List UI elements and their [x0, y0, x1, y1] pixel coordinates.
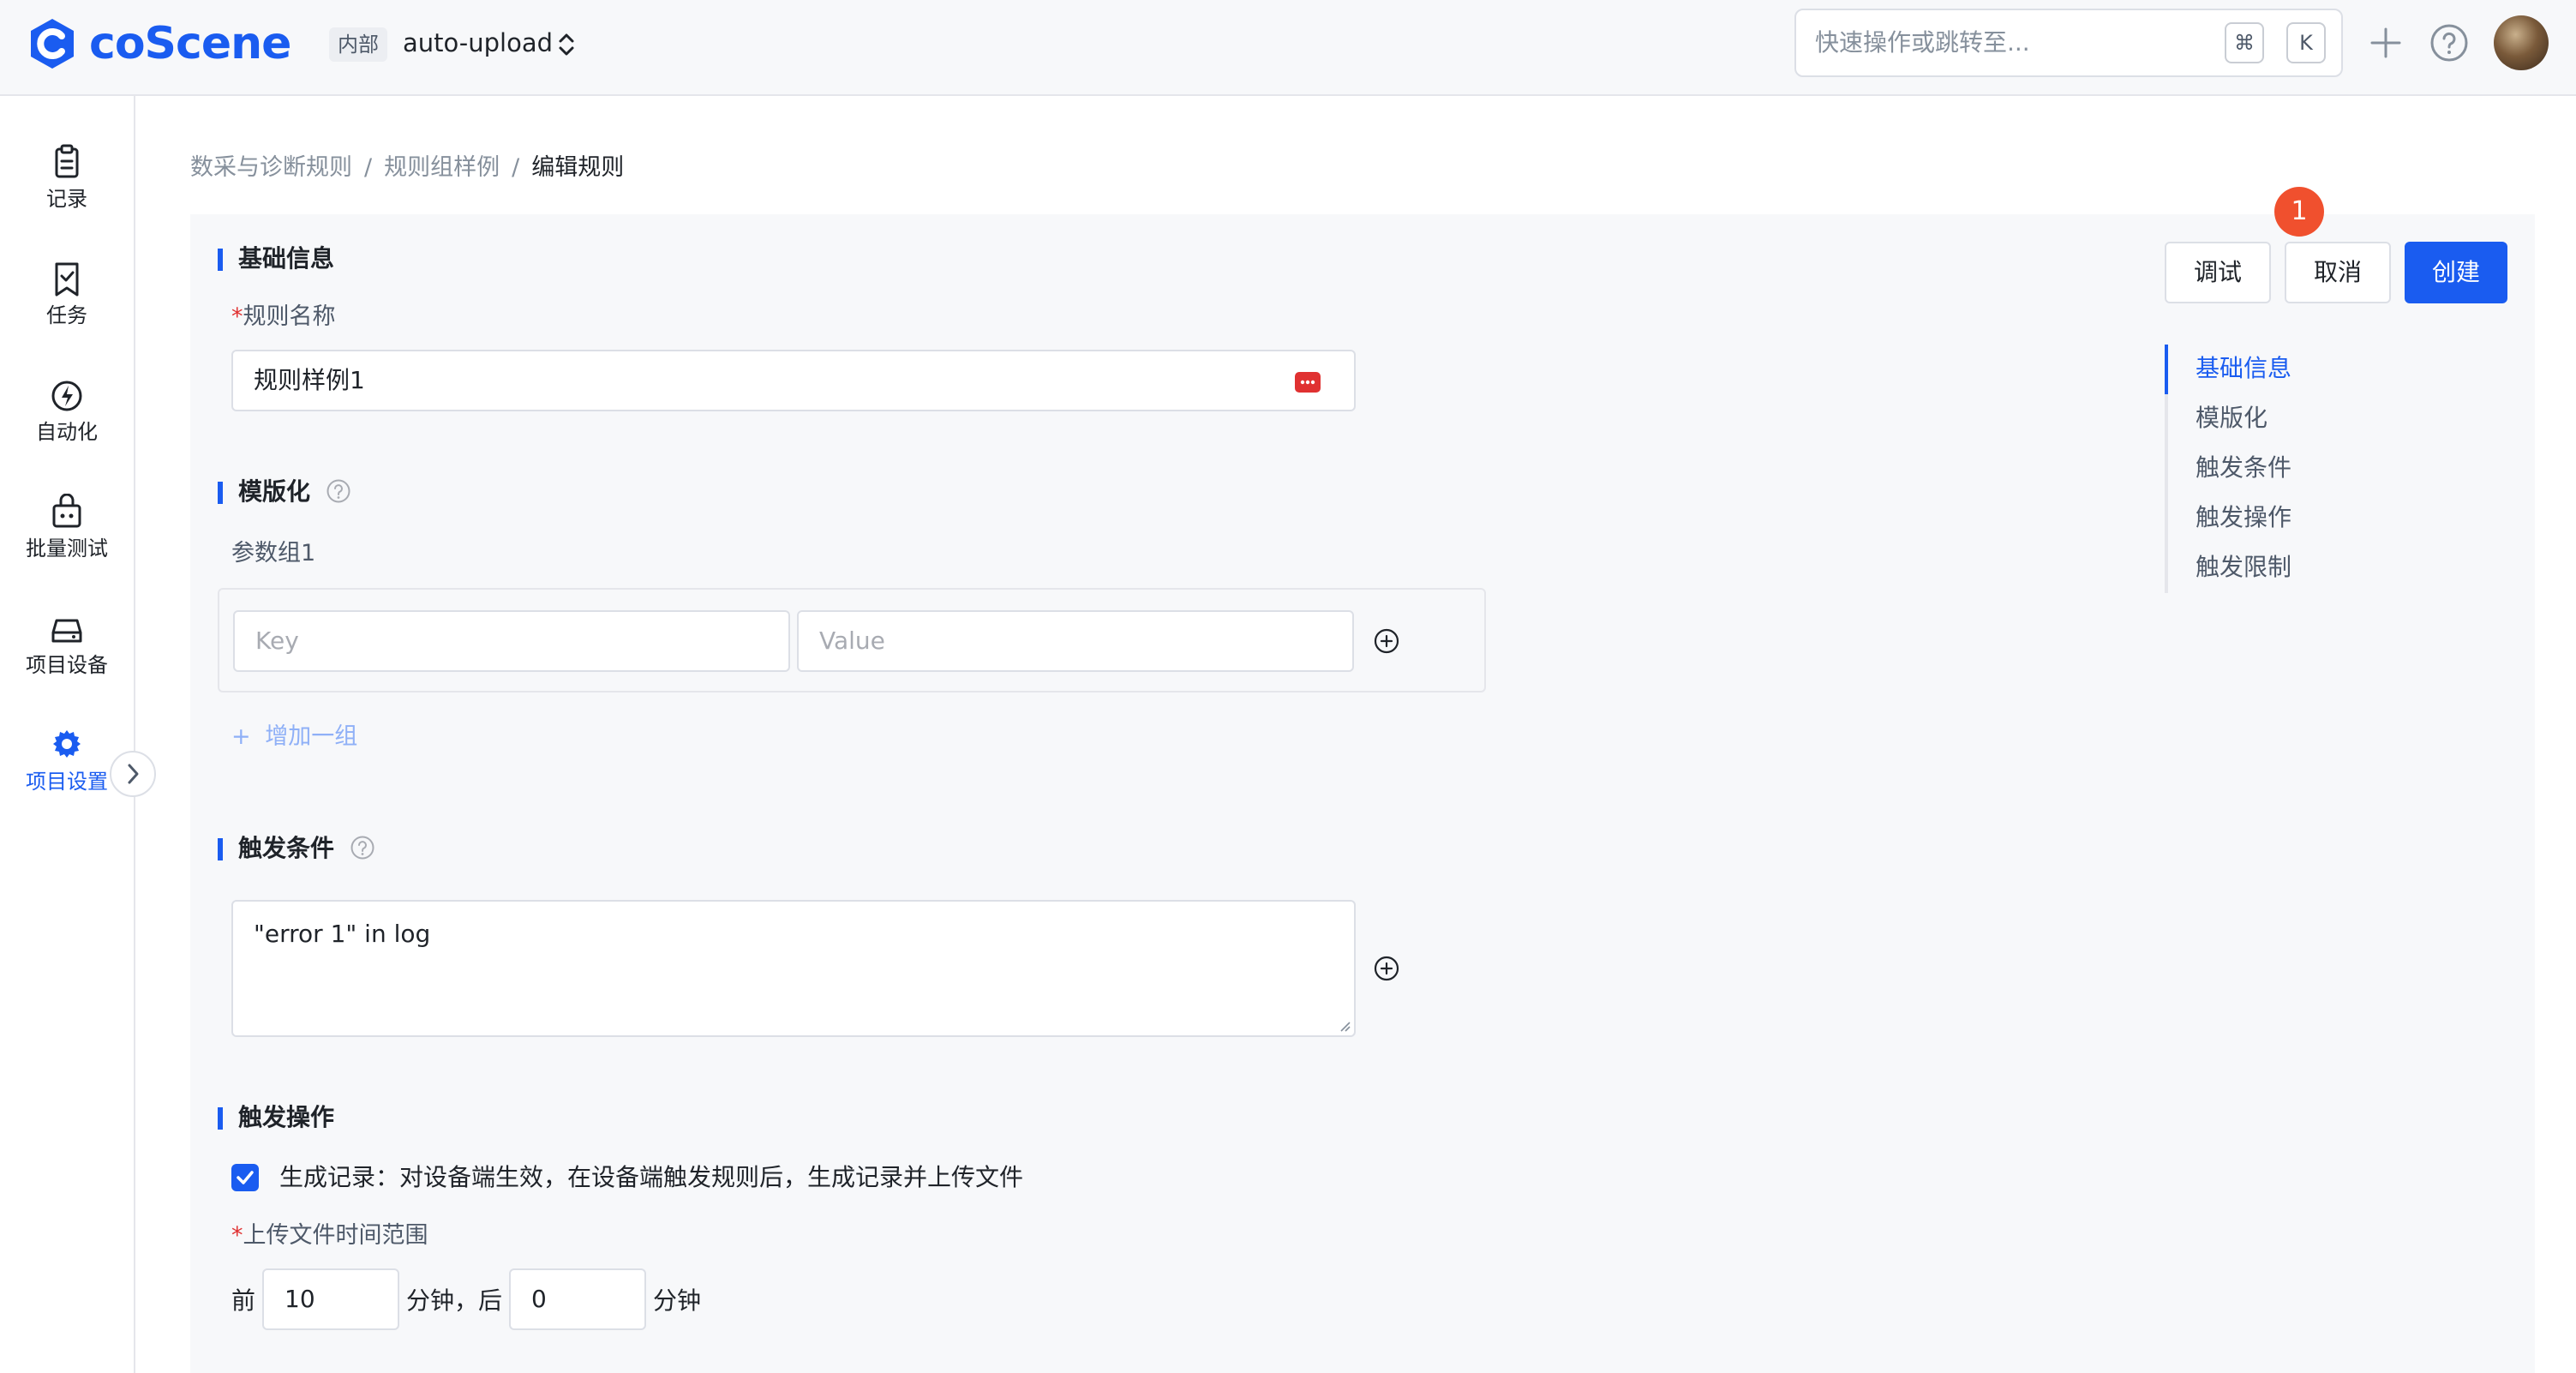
sidebar-item-tasks[interactable]: 任务	[0, 261, 134, 329]
after-label: 分钟	[653, 1286, 702, 1315]
help-icon[interactable]	[350, 835, 375, 860]
section-marker	[218, 249, 223, 271]
record-icon	[55, 144, 79, 178]
project-visibility-tag: 内部	[329, 27, 387, 62]
user-avatar[interactable]	[2494, 15, 2549, 70]
search-placeholder: 快速操作或跳转至...	[1815, 28, 2030, 57]
add-param-icon[interactable]	[1373, 627, 1400, 655]
sidebar-item-label: 项目设备	[26, 653, 108, 677]
top-bar: coScene 内部 auto-upload 快速操作或跳转至... ⌘ K	[0, 0, 2576, 96]
plus-icon: +	[231, 723, 251, 750]
k-key-hint: K	[2286, 22, 2326, 63]
param-value-input[interactable]: Value	[797, 610, 1354, 672]
chevron-right-icon	[128, 764, 139, 784]
breadcrumb-item[interactable]: 数采与诊断规则	[190, 154, 352, 181]
section-title-basic: 基础信息	[238, 244, 335, 273]
param-key-input[interactable]: Key	[233, 610, 790, 672]
anchor-active-marker	[2165, 345, 2168, 394]
add-group-button[interactable]: + 增加一组	[231, 722, 357, 752]
sidebar: 记录 任务 自动化 批量测试 项目设备 项目设置	[0, 96, 135, 1373]
notification-badge[interactable]: 1	[2274, 187, 2324, 237]
mid-label: 分钟，后	[406, 1286, 503, 1315]
breadcrumb-item[interactable]: 规则组样例	[384, 154, 500, 181]
anchor-basic[interactable]: 基础信息	[2196, 351, 2291, 386]
before-minutes-input[interactable]: 10	[262, 1268, 399, 1330]
anchor-template[interactable]: 模版化	[2196, 401, 2267, 435]
value-placeholder: Value	[819, 627, 885, 655]
label-text: 规则名称	[243, 303, 336, 330]
param-group-label: 参数组1	[231, 540, 316, 567]
generate-record-label[interactable]: 生成记录：对设备端生效，在设备端触发规则后，生成记录并上传文件	[279, 1162, 1023, 1193]
cancel-button[interactable]: 取消	[2285, 242, 2391, 303]
required-mark: *	[231, 1222, 243, 1249]
rule-name-value: 规则样例1	[254, 366, 365, 394]
section-marker	[218, 482, 223, 504]
sidebar-item-records[interactable]: 记录	[0, 144, 134, 213]
cmd-key-hint: ⌘	[2225, 22, 2264, 63]
help-icon[interactable]	[326, 478, 351, 504]
param-group-box: Key Value	[218, 588, 1486, 692]
password-manager-icon[interactable]	[1294, 370, 1321, 394]
before-label: 前	[231, 1286, 256, 1315]
create-button[interactable]: 创建	[2405, 242, 2507, 303]
rule-name-label: *规则名称	[231, 302, 336, 333]
generate-record-checkbox[interactable]	[231, 1164, 259, 1191]
sidebar-item-automation[interactable]: 自动化	[0, 377, 134, 446]
add-condition-icon[interactable]	[1373, 955, 1400, 982]
breadcrumb-current: 编辑规则	[531, 154, 625, 181]
device-icon	[51, 619, 82, 643]
breadcrumb-separator: /	[364, 154, 373, 181]
sidebar-item-label: 批量测试	[26, 537, 108, 561]
project-name[interactable]: auto-upload	[403, 26, 553, 60]
sidebar-item-label: 自动化	[36, 420, 98, 444]
section-title-operation: 触发操作	[238, 1103, 335, 1131]
required-mark: *	[231, 303, 243, 330]
sidebar-item-devices[interactable]: 项目设备	[0, 610, 134, 679]
debug-button[interactable]: 调试	[2165, 242, 2271, 303]
section-marker	[218, 838, 223, 860]
check-icon	[237, 1171, 254, 1184]
rule-name-input[interactable]: 规则样例1	[231, 350, 1356, 411]
batch-test-icon	[52, 494, 81, 528]
add-group-label: 增加一组	[265, 723, 358, 750]
section-marker	[218, 1107, 223, 1130]
section-title-template: 模版化	[238, 477, 311, 506]
trigger-condition-textarea[interactable]: "error 1" in log	[231, 900, 1356, 1037]
before-minutes-value: 10	[285, 1285, 315, 1313]
after-minutes-input[interactable]: 0	[509, 1268, 646, 1330]
sidebar-expand-button[interactable]	[110, 751, 156, 797]
task-icon	[55, 262, 79, 297]
coscene-logo-icon[interactable]	[24, 15, 81, 72]
label-text: 上传文件时间范围	[243, 1222, 428, 1249]
upload-range-label: *上传文件时间范围	[231, 1220, 428, 1251]
section-title-trigger: 触发条件	[238, 834, 335, 862]
sidebar-item-batch-test[interactable]: 批量测试	[0, 494, 134, 562]
automation-icon	[51, 381, 82, 411]
anchor-limit[interactable]: 触发限制	[2196, 550, 2291, 585]
plus-icon[interactable]	[2367, 24, 2405, 62]
resize-handle-icon[interactable]	[1337, 1018, 1351, 1032]
breadcrumb: 数采与诊断规则 / 规则组样例 / 编辑规则	[190, 151, 624, 185]
sidebar-item-label: 记录	[46, 187, 87, 211]
sidebar-item-label: 任务	[46, 303, 87, 327]
anchor-operation[interactable]: 触发操作	[2196, 501, 2291, 535]
help-icon[interactable]	[2429, 22, 2470, 63]
trigger-condition-value: "error 1" in log	[254, 920, 431, 948]
quick-search-input[interactable]: 快速操作或跳转至... ⌘ K	[1794, 9, 2343, 77]
logo-text[interactable]: coScene	[89, 15, 291, 72]
breadcrumb-separator: /	[512, 154, 520, 181]
key-placeholder: Key	[255, 627, 299, 655]
after-minutes-value: 0	[531, 1285, 547, 1313]
settings-icon	[53, 730, 81, 758]
anchor-trigger[interactable]: 触发条件	[2196, 451, 2291, 485]
chevron-updown-icon[interactable]	[555, 27, 578, 62]
